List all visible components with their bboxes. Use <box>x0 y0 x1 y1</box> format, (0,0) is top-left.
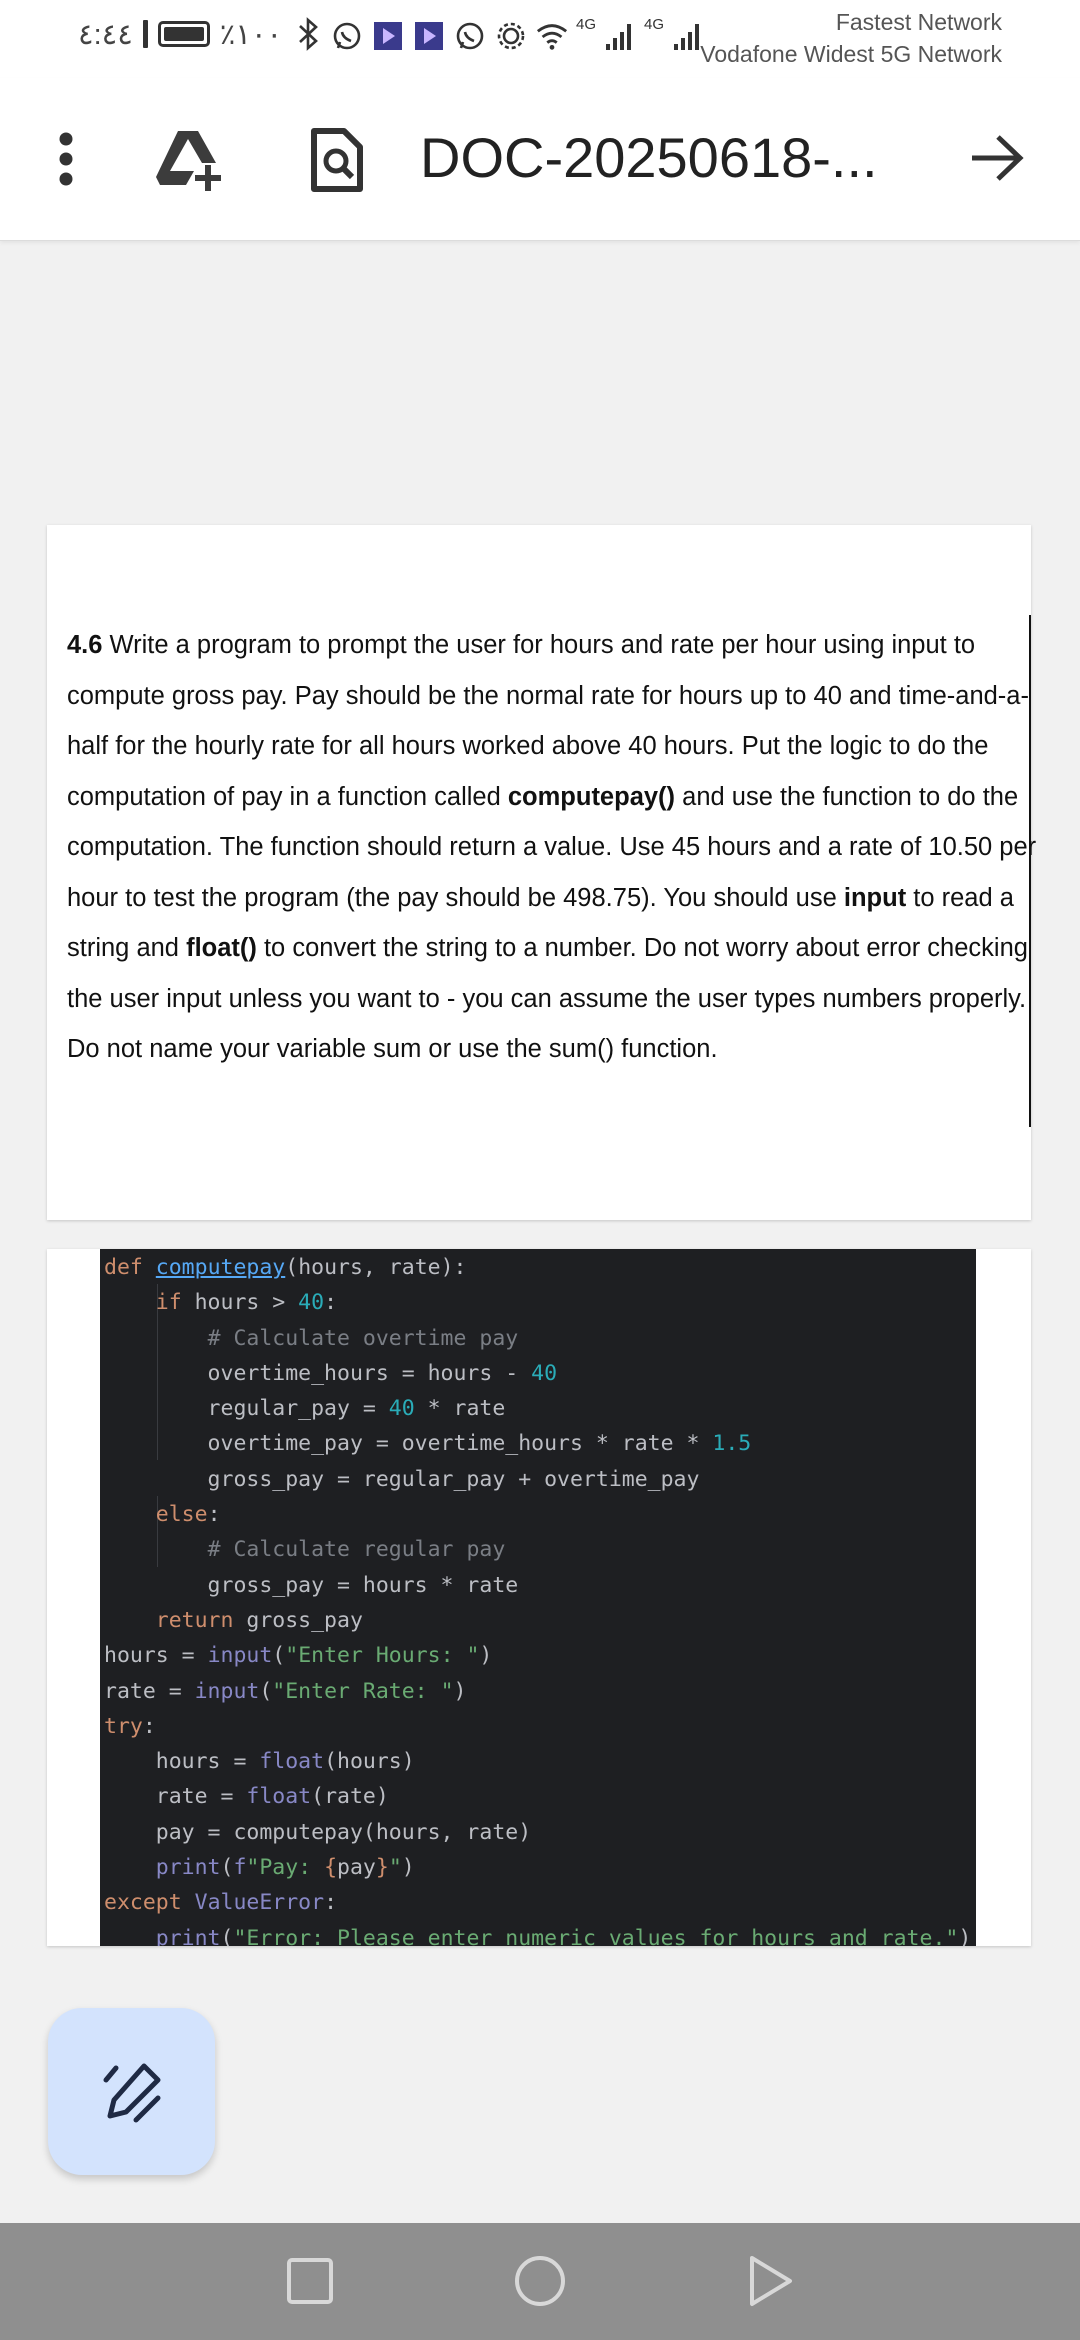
code-line: def computepay(hours, rate): <box>104 1255 467 1280</box>
bluetooth-icon <box>292 17 326 51</box>
edit-pencil-icon <box>103 2063 160 2122</box>
code-line: hours = input("Enter Hours: ") <box>104 1643 493 1669</box>
code-line: overtime_hours = hours - 40 <box>104 1360 558 1386</box>
edit-fab-button[interactable] <box>48 2008 215 2175</box>
status-left-group: ٤:٤٤ ٪١٠٠ <box>78 14 326 54</box>
code-line: if hours > 40: <box>155 1290 338 1316</box>
signal-icon <box>603 19 637 53</box>
code-line: rate = input("Enter Rate: ") <box>104 1678 467 1704</box>
wifi-icon <box>535 19 569 53</box>
code-line: return gross_pay <box>155 1607 363 1633</box>
code-line: gross_pay = regular_pay + overtime_pay <box>104 1466 700 1492</box>
code-line: else: <box>155 1502 221 1528</box>
code-line: print(f"Pay: {pay}") <box>155 1855 415 1881</box>
problem-bold-computepay: computepay() <box>507 782 676 811</box>
signal-4g-label: 4G <box>576 16 597 33</box>
problem-number: 4.6 <box>67 631 103 659</box>
status-time: ٤:٤٤ <box>78 18 133 51</box>
arrow-forward-icon[interactable] <box>962 123 1032 193</box>
battery-cap <box>142 20 148 48</box>
problem-bold-float: float() <box>186 934 257 962</box>
back-triangle-icon[interactable] <box>740 2251 800 2311</box>
more-vert-icon[interactable] <box>36 123 96 195</box>
whatsapp-icon <box>453 19 487 53</box>
system-nav-bar <box>0 2223 1080 2340</box>
code-line: print("Error: Please enter numeric value… <box>155 1925 972 1946</box>
app-bar: DOC-20250618-... <box>0 78 1080 241</box>
add-to-drive-icon[interactable] <box>152 120 232 200</box>
code-line: overtime_pay = overtime_hours * rate * 1… <box>104 1431 752 1457</box>
recents-square-icon[interactable] <box>280 2251 340 2311</box>
network-line-1: Fastest Network <box>835 9 1002 35</box>
notification-icons: 4G 4G <box>330 16 705 56</box>
status-bar: ٤:٤٤ ٪١٠٠ 4G 4G Fastest Network Vodafone… <box>0 0 1080 78</box>
document-page-1: 4.6 Write a program to prompt the user f… <box>47 525 1036 1220</box>
problem-statement: 4.6 Write a program to prompt the user f… <box>67 620 1057 1075</box>
network-operator: Fastest Network Vodafone Widest 5G Netwo… <box>700 6 1002 70</box>
play-app-icon <box>412 19 446 53</box>
battery-icon <box>157 21 210 47</box>
network-line-2: Vodafone Widest 5G Network <box>700 41 1002 67</box>
page-margin-rule <box>1029 615 1031 1127</box>
code-block: def computepay(hours, rate): if hours > … <box>100 1249 976 1946</box>
whatsapp-icon <box>330 19 364 53</box>
code-line: hours = float(hours) <box>104 1749 415 1775</box>
find-in-page-icon[interactable] <box>300 122 372 198</box>
code-line: regular_pay = 40 * rate <box>104 1396 506 1422</box>
code-line: gross_pay = hours * rate <box>104 1572 519 1598</box>
settings-gear-icon <box>494 19 528 53</box>
play-app-icon <box>371 19 405 53</box>
document-page-2: def computepay(hours, rate): if hours > … <box>47 1249 1031 1946</box>
code-line: pay = computepay(hours, rate) <box>104 1819 532 1845</box>
code-line: except ValueError: <box>104 1890 338 1916</box>
code-line: # Calculate regular pay <box>207 1537 506 1563</box>
code-line: try: <box>104 1713 156 1739</box>
battery-percent: ٪١٠٠ <box>219 18 283 51</box>
code-lines: def computepay(hours, rate): if hours > … <box>104 1250 971 1946</box>
code-line: # Calculate overtime pay <box>207 1325 519 1351</box>
problem-bold-input: input <box>843 883 907 912</box>
home-circle-icon[interactable] <box>510 2251 570 2311</box>
code-line: rate = float(rate) <box>104 1784 389 1810</box>
document-title: DOC-20250618-... <box>420 126 878 189</box>
signal-4g-label-2: 4G <box>644 16 665 33</box>
